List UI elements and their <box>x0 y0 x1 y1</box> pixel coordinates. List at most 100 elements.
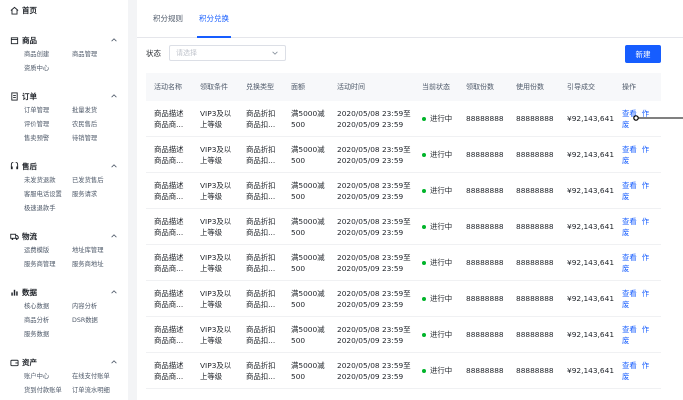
sidebar-item[interactable]: 内容分析 <box>72 300 128 314</box>
sidebar-item[interactable]: 资质中心 <box>24 62 72 76</box>
tab-points-exchange[interactable]: 积分兑换 <box>191 0 237 38</box>
sidebar-item[interactable]: 核心数据 <box>24 300 72 314</box>
status-dot <box>422 224 426 229</box>
sidebar-item[interactable]: 未发货退款 <box>24 174 72 188</box>
sidebar-item[interactable]: 商品分析 <box>24 314 72 328</box>
chevron-up-icon <box>111 164 117 168</box>
chevron-up-icon <box>111 94 117 98</box>
view-link[interactable]: 查看 <box>622 217 637 226</box>
view-link[interactable]: 查看 <box>622 289 637 298</box>
cell-used: 88888888 <box>516 222 554 231</box>
cell-condition: VIP3及以 上等级 <box>200 180 232 201</box>
home-icon <box>10 6 19 15</box>
sidebar-item[interactable]: 商品管理 <box>72 48 128 62</box>
cell-exchange-type: 商品折扣 商品扣... <box>246 324 276 345</box>
sidebar-item-home[interactable]: 首页 <box>0 0 128 20</box>
sidebar-section-header[interactable]: 数据 <box>0 286 128 298</box>
data-icon <box>10 288 19 297</box>
status-dot <box>422 296 426 301</box>
after-sale-icon <box>10 161 19 171</box>
sidebar-item[interactable]: 地址库管理 <box>72 244 128 258</box>
cell-amount: 满5000减 500 <box>291 216 325 237</box>
sidebar-section-title: 商品 <box>22 35 37 45</box>
cell-status: 进行中 <box>422 329 466 340</box>
view-link[interactable]: 查看 <box>622 181 637 190</box>
product-icon <box>10 36 19 45</box>
cell-condition: VIP3及以 上等级 <box>200 252 232 273</box>
assets-icon <box>10 358 19 367</box>
chevron-up-icon <box>111 290 117 294</box>
sidebar-item[interactable]: 账户中心 <box>24 370 72 384</box>
sidebar-item[interactable]: 在线支付账单 <box>72 370 128 384</box>
cell-activity-time: 2020/05/08 23:59至 2020/05/09 23:59 <box>337 360 411 381</box>
cell-status: 进行中 <box>422 257 466 268</box>
sidebar-item[interactable]: 售卖预警 <box>24 132 72 146</box>
table-row: 商品描述 商品商... VIP3及以 上等级 商品折扣 商品扣... 满5000减 500 20… <box>146 173 661 209</box>
cell-status: 进行中 <box>422 149 466 160</box>
cell-status: 进行中 <box>422 293 466 304</box>
tab-points-rules[interactable]: 积分规则 <box>145 0 191 37</box>
cell-received: 88888888 <box>466 222 504 231</box>
status-select[interactable]: 请选择 <box>169 45 286 61</box>
cell-received: 88888888 <box>466 366 504 375</box>
sidebar-item[interactable]: DSR数据 <box>72 314 128 328</box>
sidebar-section-header[interactable]: 资产 <box>0 356 128 368</box>
cell-activity-name: 商品描述 商品商... <box>154 360 184 381</box>
sidebar-item[interactable]: 已发货售后 <box>72 174 128 188</box>
col-used: 使用份数 <box>516 83 544 91</box>
sidebar-item[interactable]: 待销管理 <box>72 132 128 146</box>
cell-used: 88888888 <box>516 150 554 159</box>
view-link[interactable]: 查看 <box>622 145 637 154</box>
sidebar-section-header[interactable]: 订单 <box>0 90 128 102</box>
cell-exchange-type: 商品折扣 商品扣... <box>246 360 276 381</box>
sidebar-item[interactable]: 商品创建 <box>24 48 72 62</box>
sidebar-item[interactable]: 服务商地址 <box>72 258 128 272</box>
cell-received: 88888888 <box>466 114 504 123</box>
status-text: 进行中 <box>430 294 453 303</box>
sidebar-section: 商品商品创建 商品管理 资质中心 <box>0 34 128 76</box>
cell-activity-name: 商品描述 商品商... <box>154 252 184 273</box>
cell-exchange-type: 商品折扣 商品扣... <box>246 180 276 201</box>
cell-used: 88888888 <box>516 114 554 123</box>
sidebar-item[interactable]: 农民售后 <box>72 118 128 132</box>
sidebar-item[interactable]: 服务数据 <box>24 328 72 342</box>
cell-exchange-type: 商品折扣 商品扣... <box>246 108 276 129</box>
sidebar-item[interactable]: 服务请求 <box>72 188 128 202</box>
logistics-icon <box>10 232 19 241</box>
cell-activity-time: 2020/05/08 23:59至 2020/05/09 23:59 <box>337 180 411 201</box>
sidebar-item[interactable]: 客服电话设置 <box>24 188 72 202</box>
col-condition: 领取条件 <box>200 83 228 91</box>
status-filter-label: 状态 <box>146 48 161 58</box>
cell-condition: VIP3及以 上等级 <box>200 144 232 165</box>
sidebar-section-title: 订单 <box>22 91 37 101</box>
col-status: 当前状态 <box>422 83 450 91</box>
col-exchange-type: 兑换类型 <box>246 83 274 91</box>
new-button[interactable]: 新建 <box>625 45 661 63</box>
sidebar-home-label: 首页 <box>22 5 37 15</box>
cell-activity-name: 商品描述 商品商... <box>154 144 184 165</box>
sidebar-section-header[interactable]: 商品 <box>0 34 128 46</box>
status-dot <box>422 260 426 265</box>
order-icon <box>10 91 19 101</box>
view-link[interactable]: 查看 <box>622 325 637 334</box>
sidebar-item[interactable]: 极速退款手 <box>24 202 72 216</box>
sidebar-item[interactable]: 货到付款账单 <box>24 384 72 398</box>
sidebar-section-header[interactable]: 售后 <box>0 160 128 172</box>
sidebar-item[interactable]: 批量发货 <box>72 104 128 118</box>
sidebar-item[interactable]: 服务商管理 <box>24 258 72 272</box>
sidebar-section-header[interactable]: 物流 <box>0 230 128 242</box>
cell-received: 88888888 <box>466 150 504 159</box>
sidebar-item[interactable]: 运费模版 <box>24 244 72 258</box>
sidebar-item[interactable]: 订单管理 <box>24 104 72 118</box>
sidebar-item[interactable]: 评价管理 <box>24 118 72 132</box>
sidebar-item[interactable]: 订单流水明细 <box>72 384 128 398</box>
cell-actions: 查看 作废 <box>622 180 660 202</box>
cell-activity-time: 2020/05/08 23:59至 2020/05/09 23:59 <box>337 252 411 273</box>
cell-amount: 满5000减 500 <box>291 324 325 345</box>
sidebar-section: 售后未发货退款 已发货售后 客服电话设置 服务请求 极速退款手 <box>0 160 128 216</box>
cell-actions: 查看 作废 <box>622 144 660 166</box>
view-link[interactable]: 查看 <box>622 253 637 262</box>
cell-deal: ¥92,143,641 <box>567 330 615 339</box>
cell-activity-name: 商品描述 商品商... <box>154 324 184 345</box>
view-link[interactable]: 查看 <box>622 361 637 370</box>
